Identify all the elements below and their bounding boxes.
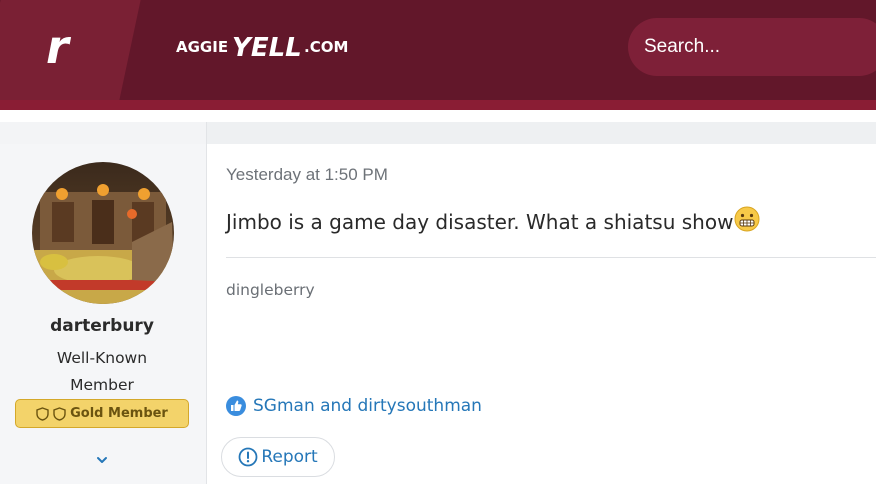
search-input[interactable]: Search... [628, 18, 876, 76]
user-title-line1: Well-Known [56, 349, 148, 367]
rivals-logo[interactable]: r [46, 22, 69, 72]
reactions-users[interactable]: SGman and dirtysouthman [253, 396, 482, 416]
chevron-down-icon[interactable] [93, 451, 111, 469]
reactions-bar[interactable]: SGman and dirtysouthman [226, 396, 482, 416]
avatar-image [32, 162, 174, 304]
avatar[interactable] [32, 162, 174, 304]
gold-member-badge: Gold Member [15, 399, 189, 428]
aggieyell-logo-image: AGGIE YELL .COM [176, 33, 348, 63]
logo-tile [0, 0, 143, 110]
sub-navigation-left [0, 122, 207, 144]
svg-text:YELL: YELL [232, 33, 302, 63]
svg-text:.COM: .COM [304, 38, 348, 56]
header-stripe [0, 100, 876, 110]
username[interactable]: darterbury [0, 316, 204, 336]
shield-icon [36, 406, 49, 421]
shield-icon [53, 406, 66, 421]
aggieyell-logo[interactable]: AGGIE YELL .COM [176, 30, 356, 66]
site-header: r AGGIE YELL .COM Search... [0, 0, 876, 110]
signature-divider [226, 257, 876, 258]
user-title-line2: Member [70, 376, 134, 394]
svg-text:AGGIE: AGGIE [176, 38, 228, 56]
alert-circle-icon [238, 447, 258, 467]
report-button[interactable]: Report [221, 437, 335, 477]
user-signature: dingleberry [226, 281, 315, 299]
like-icon [226, 396, 246, 416]
report-label: Report [261, 447, 318, 467]
badge-label: Gold Member [70, 406, 168, 421]
post-body: Jimbo is a game day disaster. What a shi… [226, 206, 760, 237]
user-title: Well-Known Member [0, 345, 204, 399]
post-timestamp[interactable]: Yesterday at 1:50 PM [226, 165, 388, 185]
search-placeholder: Search... [644, 36, 721, 57]
grimacing-emoji-icon [734, 206, 760, 237]
post-text: Jimbo is a game day disaster. What a shi… [226, 210, 734, 234]
